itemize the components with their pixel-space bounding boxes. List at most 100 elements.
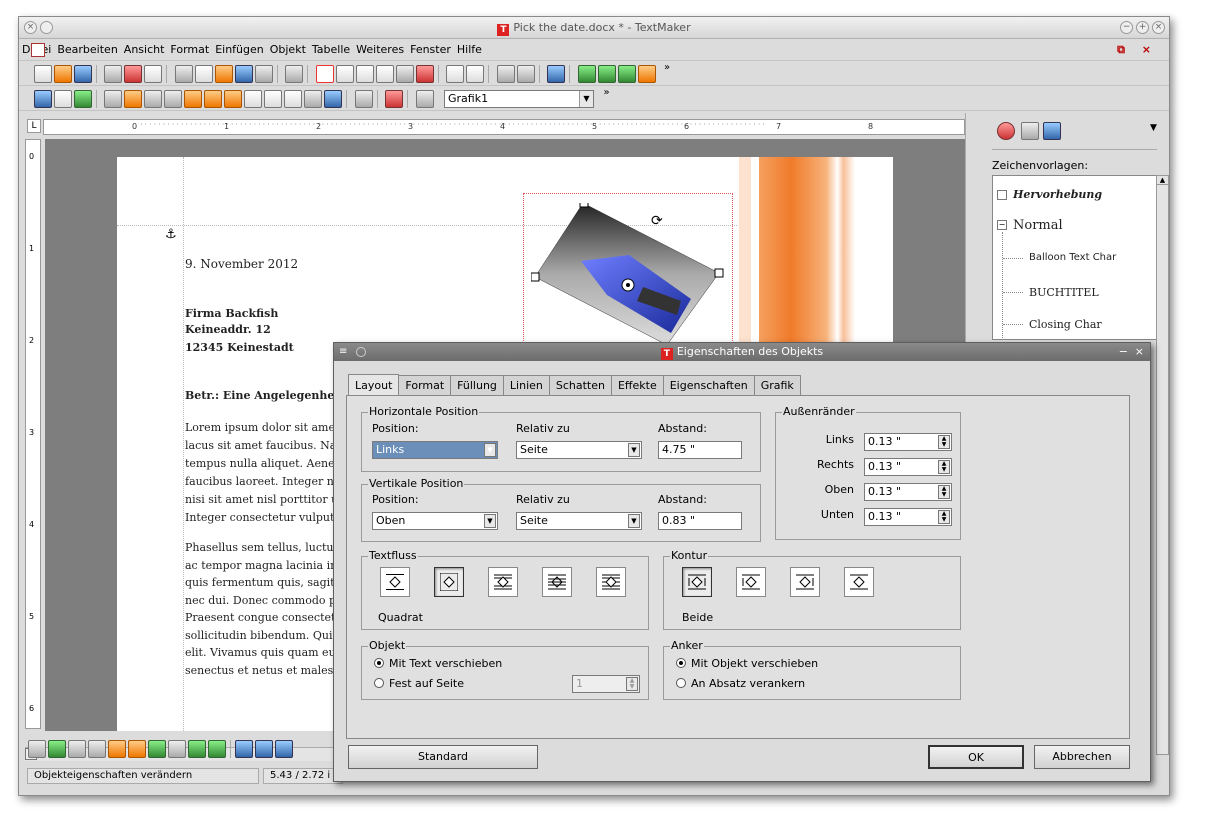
menu-einfuegen[interactable]: Einfügen [212, 40, 267, 60]
preview-icon[interactable] [144, 65, 162, 83]
spellcheck-icon[interactable] [496, 65, 515, 83]
spinner-arrows-icon[interactable]: ▲ ▼ [938, 485, 950, 499]
window-menu-icon[interactable]: × [24, 21, 37, 34]
hyphenation-icon[interactable] [547, 65, 565, 83]
paste-icon[interactable] [214, 65, 233, 83]
bring-front-icon[interactable] [385, 90, 403, 108]
gamma-down-icon[interactable] [208, 740, 226, 758]
tab-type-icon[interactable]: L [27, 119, 41, 133]
margin-right-spinner[interactable]: 0.13 " ▲ ▼ [864, 458, 952, 476]
brightness-icon[interactable] [128, 740, 146, 758]
find-icon[interactable] [285, 65, 303, 83]
two-pages-icon[interactable] [375, 65, 394, 83]
spinner-arrows-icon[interactable]: ▲ ▼ [938, 435, 950, 449]
pdf-icon[interactable] [124, 65, 142, 83]
presentations-icon[interactable] [637, 65, 656, 83]
minimize-icon[interactable]: − [1120, 21, 1133, 34]
anchor-icon[interactable]: ⚓ [165, 227, 177, 242]
tab-eigenschaften[interactable]: Eigenschaften [662, 375, 755, 397]
spinner-arrows-icon[interactable]: ▲ ▼ [626, 677, 638, 691]
spinner-arrows-icon[interactable]: ▲ ▼ [938, 510, 950, 524]
contrast-down-icon[interactable] [168, 740, 186, 758]
object-mode-icon[interactable] [28, 740, 46, 758]
cut-icon[interactable] [174, 65, 193, 83]
group-icon[interactable] [354, 90, 373, 108]
pen-tool-icon[interactable] [124, 90, 142, 108]
print-icon[interactable] [104, 65, 122, 83]
filmstrip-icon[interactable] [88, 740, 106, 758]
tab-grafik[interactable]: Grafik [753, 375, 801, 397]
margin-left-spinner[interactable]: 0.13 " ▲ ▼ [864, 433, 952, 451]
menu-ansicht[interactable]: Ansicht [121, 40, 168, 60]
connector3-icon[interactable] [224, 90, 242, 108]
menu-fenster[interactable]: Fenster [407, 40, 454, 60]
menu-objekt[interactable]: Objekt [267, 40, 309, 60]
undo-icon[interactable] [234, 65, 253, 83]
open-icon[interactable] [53, 65, 72, 83]
new-icon[interactable] [33, 65, 52, 83]
margin-bottom-spinner[interactable]: 0.13 " ▲ ▼ [864, 508, 952, 526]
style-item[interactable]: Closing Char [1029, 318, 1102, 331]
tab-effekte[interactable]: Effekte [610, 375, 664, 397]
spinner-arrows-icon[interactable]: ▲ ▼ [938, 460, 950, 474]
object-select-combo[interactable]: Grafik1 ▼ [444, 90, 594, 108]
rotate-handle-icon[interactable]: ⟳ [651, 213, 663, 229]
zoom-icon[interactable] [395, 65, 414, 83]
paragraph-marks-icon[interactable] [577, 65, 596, 83]
vertical-position-select[interactable]: Oben ▼ [372, 512, 498, 530]
object-list-icon[interactable] [48, 740, 66, 758]
rotate-right-icon[interactable] [255, 740, 273, 758]
move-with-text-radio[interactable]: Mit Text verschieben [374, 657, 502, 670]
textframe-tool-icon[interactable] [53, 90, 72, 108]
tab-format[interactable]: Format [398, 375, 452, 397]
zoom-area-icon[interactable] [415, 65, 434, 83]
character-styles-icon[interactable] [1043, 122, 1061, 140]
menu-hilfe[interactable]: Hilfe [454, 40, 485, 60]
style-item[interactable]: Normal [1013, 218, 1063, 233]
contour-both-button[interactable] [682, 567, 712, 597]
margin-top-spinner[interactable]: 0.13 " ▲ ▼ [864, 483, 952, 501]
menu-weiteres[interactable]: Weiteres [353, 40, 407, 60]
gamma-up-icon[interactable] [188, 740, 206, 758]
move-with-object-radio[interactable]: Mit Objekt verschieben [676, 657, 818, 670]
curve-tool-icon[interactable] [144, 90, 162, 108]
contour-right-button[interactable] [790, 567, 820, 597]
dialog-pin-icon[interactable] [356, 347, 366, 357]
textart-tool-icon[interactable] [324, 90, 342, 108]
fixed-on-page-radio[interactable]: Fest auf Seite [374, 677, 464, 690]
rounded-rect-tool-icon[interactable] [264, 90, 282, 108]
navigator-icon[interactable] [997, 122, 1015, 140]
ellipse-tool-icon[interactable] [284, 90, 302, 108]
page-width-icon[interactable] [335, 65, 354, 83]
close-icon[interactable]: × [1152, 21, 1165, 34]
horizontal-position-select[interactable]: Links ▼ [372, 441, 498, 459]
tab-linien[interactable]: Linien [502, 375, 550, 397]
contrast-up-icon[interactable] [148, 740, 166, 758]
planmaker-icon[interactable] [617, 65, 636, 83]
page-number-spinner[interactable]: 1 ▲ ▼ [572, 675, 640, 693]
stapler-picture[interactable] [531, 203, 731, 343]
tab-schatten[interactable]: Schatten [548, 375, 612, 397]
contour-largest-button[interactable] [844, 567, 874, 597]
thesaurus-icon[interactable] [516, 65, 535, 83]
wrap-through-button[interactable] [542, 567, 572, 597]
horizontal-relative-select[interactable]: Seite ▼ [516, 441, 642, 459]
document-icon[interactable] [31, 43, 45, 57]
wrap-none-button[interactable] [380, 567, 410, 597]
autoshape-tool-icon[interactable] [304, 90, 322, 108]
horizontal-distance-input[interactable]: 4.75 " [658, 441, 742, 459]
cancel-button[interactable]: Abbrechen [1034, 745, 1130, 769]
vertical-relative-select[interactable]: Seite ▼ [516, 512, 642, 530]
actual-size-icon[interactable] [315, 65, 334, 83]
outline-icon[interactable] [597, 65, 616, 83]
wrap-tight-button[interactable] [488, 567, 518, 597]
connector1-icon[interactable] [184, 90, 202, 108]
menu-format[interactable]: Format [167, 40, 212, 60]
anchor-to-paragraph-radio[interactable]: An Absatz verankern [676, 677, 805, 690]
textframe-icon[interactable] [446, 65, 464, 83]
window-shade-icon[interactable] [40, 21, 53, 34]
gradient-icon[interactable] [68, 740, 86, 758]
toolbar-overflow-icon[interactable]: » [604, 87, 610, 98]
tab-fuellung[interactable]: Füllung [450, 375, 504, 397]
picture-tool-icon[interactable] [73, 90, 92, 108]
